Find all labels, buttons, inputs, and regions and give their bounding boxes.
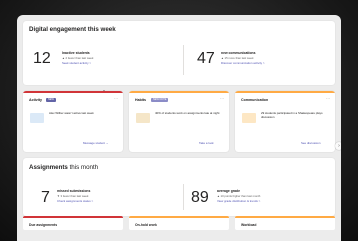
discussion-illustration (242, 113, 256, 123)
habits-card-title: Habits (135, 98, 146, 102)
take-a-look-button[interactable]: Take a look (199, 141, 214, 145)
communication-insight-card[interactable]: Communication ··· 29 students participat… (235, 91, 335, 152)
engagement-divider (183, 45, 184, 75)
assignments-title-rest: this month (67, 164, 99, 171)
message-student-button[interactable]: Message student ⌄ (83, 141, 108, 145)
missed-link[interactable]: Check assignments status > (57, 199, 93, 203)
more-options-icon[interactable]: ··· (326, 96, 330, 101)
communications-link[interactable]: Discover communication activity > (221, 61, 265, 65)
moon-illustration (136, 113, 150, 123)
inactive-trend: ▲ 2 fewer than last week (62, 56, 94, 60)
communications-trend: ▲ 15 more than last week (221, 56, 254, 60)
communication-card-title: Communication (241, 98, 269, 102)
communication-accent-bar (235, 91, 335, 93)
grade-trend: ▲ 10 points higher than last month (217, 194, 261, 198)
inactive-count: 12 (33, 50, 51, 67)
chevron-right-icon[interactable]: › (335, 142, 341, 150)
workload-card[interactable]: Workload (235, 216, 335, 230)
engagement-card: Digital engagement this week 12 Inactive… (23, 21, 335, 85)
activity-card-title: Activity (29, 98, 42, 102)
communications-title: new communications (221, 51, 256, 55)
missed-trend: ▼ 3 fewer than last week (57, 194, 89, 198)
assignments-title: Assignments this month (29, 164, 98, 171)
workload-title: Workload (241, 223, 257, 227)
assignments-divider (183, 184, 184, 210)
habits-insight-card[interactable]: Habits NEW NOTE ··· 40% of students work… (129, 91, 229, 152)
missed-count: 7 (41, 189, 50, 206)
missed-title: missed submissions (57, 189, 91, 193)
on-hold-title: On-hold work (135, 223, 157, 227)
grade-link[interactable]: View grade distribution & trends > (217, 199, 260, 203)
communications-count: 47 (197, 50, 215, 67)
assignments-title-bold: Assignments (29, 164, 68, 171)
on-hold-card[interactable]: On-hold work (129, 216, 229, 230)
insights-dashboard: Digital engagement this week 12 Inactive… (17, 15, 341, 241)
communication-card-text: 29 students participated in a Shakespear… (261, 111, 323, 119)
inactive-title: Inactive students (62, 51, 90, 55)
student-avatar-illustration (30, 113, 44, 123)
activity-accent-bar (23, 91, 123, 93)
due-assignments-title: Due assignments (29, 223, 58, 227)
habits-accent-bar (129, 91, 229, 93)
activity-insight-card[interactable]: Activity NEW ··· Alex Wilber wasn't acti… (23, 91, 123, 152)
habits-badge: NEW NOTE (151, 97, 169, 102)
more-options-icon[interactable]: ··· (114, 96, 118, 101)
grade-title: average grade (217, 189, 240, 193)
activity-card-text: Alex Wilber wasn't active last week (49, 111, 94, 115)
engagement-title: Digital engagement this week (29, 26, 116, 33)
habits-card-text: 40% of students work on assignments late… (155, 111, 220, 115)
activity-new-badge: NEW (46, 97, 56, 102)
see-discussion-button[interactable]: See discussion (301, 141, 320, 145)
grade-value: 89 (191, 189, 209, 206)
more-options-icon[interactable]: ··· (220, 96, 224, 101)
assignments-card: Assignments this month 7 missed submissi… (23, 158, 335, 216)
due-assignments-card[interactable]: Due assignments (23, 216, 123, 230)
inactive-link[interactable]: Seek student activity > (62, 61, 91, 65)
